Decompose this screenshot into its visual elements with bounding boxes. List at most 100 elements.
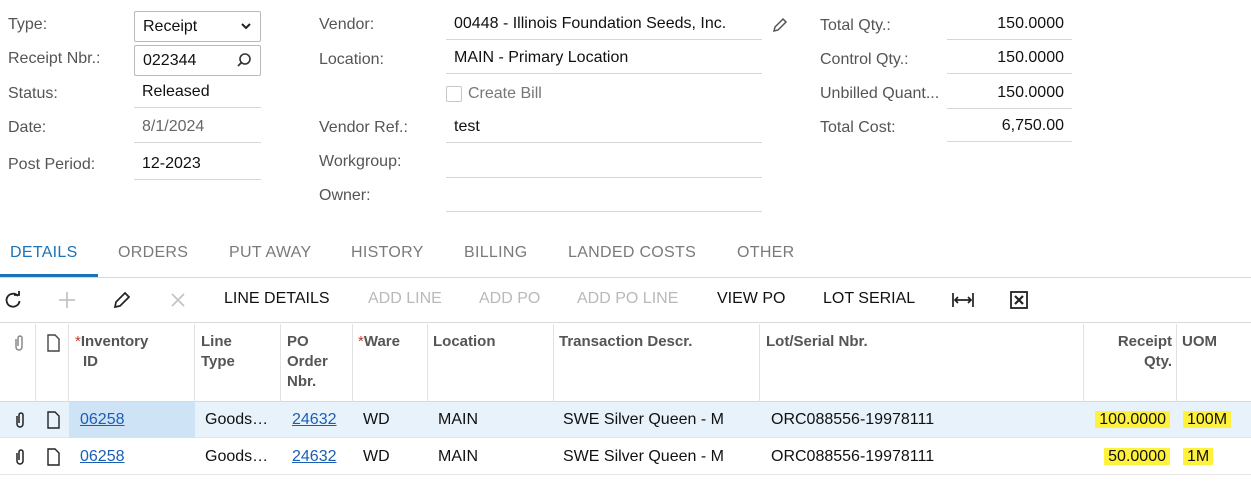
date-value: 8/1/2024 [134,113,261,143]
col-warehouse-label: Ware [363,333,400,350]
add-po-line-button[interactable]: ADD PO LINE [577,290,678,308]
vendor-label: Vendor: [319,16,375,33]
col-inventory-id-line2: ID [83,353,98,370]
create-bill-checkbox[interactable]: Create Bill [446,85,542,103]
tab-bar: DETAILS ORDERS PUT AWAY HISTORY BILLING … [0,232,1251,278]
total-qty-value: 150.0000 [947,10,1072,40]
tab-orders[interactable]: ORDERS [118,244,188,262]
column-divider [553,324,554,402]
column-divider [35,324,36,402]
checkbox-box [446,86,462,102]
location-cell: MAIN [438,448,478,465]
date-label: Date: [8,119,47,136]
receipt-nbr-field[interactable]: 022344 [134,45,261,76]
grid-toolbar: LINE DETAILS ADD LINE ADD PO ADD PO LINE… [0,279,1251,323]
transaction-descr-cell: SWE Silver Queen - M [563,411,724,428]
col-line-type-line1: Line [201,333,232,350]
line-type-cell: Goods… [205,411,269,428]
tab-history[interactable]: HISTORY [351,244,424,262]
tab-put-away[interactable]: PUT AWAY [229,244,311,262]
view-po-button[interactable]: VIEW PO [717,290,785,308]
po-order-link[interactable]: 24632 [292,402,337,438]
col-po-order-nbr[interactable]: PO Order Nbr. [287,332,328,392]
unbilled-qty-value: 150.0000 [947,79,1072,109]
uom-value: 100M [1183,411,1232,428]
add-po-button[interactable]: ADD PO [479,290,540,308]
type-value: Receipt [143,18,198,35]
owner-value[interactable] [446,182,762,212]
tab-other[interactable]: OTHER [737,244,795,262]
col-receipt-qty-line1: Receipt [1117,333,1172,350]
col-inventory-id-line1: Inventory [80,333,149,350]
total-cost-value: 6,750.00 [947,112,1072,142]
column-divider [1083,324,1084,402]
lot-serial-button[interactable]: LOT SERIAL [823,290,915,308]
export-excel-icon[interactable] [1006,287,1032,313]
edit-pencil-icon[interactable] [109,287,135,313]
pencil-icon[interactable] [771,16,789,39]
col-line-type-line2: Type [201,353,235,370]
col-po-line3: Nbr. [287,373,317,390]
uom-cell: 100M [1183,402,1232,438]
receipt-qty-value: 100.0000 [1095,411,1170,428]
attachment-icon[interactable] [13,448,27,471]
po-order-link[interactable]: 24632 [292,439,337,475]
tab-details[interactable]: DETAILS [10,244,78,262]
column-divider [759,324,760,402]
location-value: MAIN - Primary Location [446,44,762,74]
control-qty-value[interactable]: 150.0000 [947,44,1072,74]
col-line-type[interactable]: Line Type [201,332,235,372]
lot-serial-cell: ORC088556-19978111 [771,448,935,465]
column-divider [68,324,69,402]
receipt-qty-cell: 100.0000 [1084,402,1170,438]
post-period-label: Post Period: [8,156,96,173]
col-warehouse[interactable]: *Ware [358,332,400,352]
col-receipt-qty-line2: Qty. [1143,353,1172,370]
note-icon[interactable] [46,411,60,434]
control-qty-label: Control Qty.: [820,51,909,68]
type-select[interactable]: Receipt [134,11,261,42]
inventory-id-link[interactable]: 06258 [80,439,125,475]
tab-billing[interactable]: BILLING [464,244,527,262]
warehouse-cell: WD [363,411,390,428]
table-row[interactable]: 06258 Goods… 24632 WD MAIN SWE Silver Qu… [0,439,1251,475]
col-lot-serial-nbr[interactable]: Lot/Serial Nbr. [766,332,868,352]
col-inventory-id[interactable]: *Inventory ID [75,332,148,372]
col-receipt-qty[interactable]: Receipt Qty. [1090,332,1172,372]
type-label: Type: [8,16,48,33]
attachment-icon[interactable] [13,411,27,434]
attachment-header-icon [12,334,26,358]
add-line-button[interactable]: ADD LINE [368,290,442,308]
col-po-line2: Order [287,353,328,370]
column-divider [194,324,195,402]
line-details-button[interactable]: LINE DETAILS [224,290,330,308]
lot-serial-cell: ORC088556-19978111 [771,411,935,428]
uom-cell: 1M [1183,439,1214,475]
tab-landed-costs[interactable]: LANDED COSTS [568,244,696,262]
note-icon[interactable] [46,448,60,471]
col-location[interactable]: Location [433,332,496,352]
table-row[interactable]: 06258 Goods… 24632 WD MAIN SWE Silver Qu… [0,402,1251,438]
delete-icon[interactable] [165,287,191,313]
receipt-qty-cell: 50.0000 [1084,439,1170,475]
status-value: Released [134,78,261,108]
transaction-descr-cell: SWE Silver Queen - M [563,448,724,465]
total-qty-label: Total Qty.: [820,17,891,34]
vendor-ref-value[interactable]: test [446,113,762,143]
col-uom[interactable]: UOM [1182,332,1217,352]
inventory-id-link[interactable]: 06258 [80,402,125,438]
workgroup-value[interactable] [446,148,762,178]
col-po-line1: PO [287,333,309,350]
add-icon[interactable] [54,287,80,313]
active-tab-indicator [0,274,98,277]
workgroup-label: Workgroup: [319,153,402,170]
vendor-ref-label: Vendor Ref.: [319,119,408,136]
refresh-icon[interactable] [0,287,26,313]
status-label: Status: [8,85,58,102]
uom-value: 1M [1183,448,1214,465]
column-divider [352,324,353,402]
col-transaction-descr[interactable]: Transaction Descr. [559,332,692,352]
vendor-value: 00448 - Illinois Foundation Seeds, Inc. [446,10,762,40]
post-period-value: 12-2023 [134,150,261,180]
fit-columns-icon[interactable] [950,287,976,313]
